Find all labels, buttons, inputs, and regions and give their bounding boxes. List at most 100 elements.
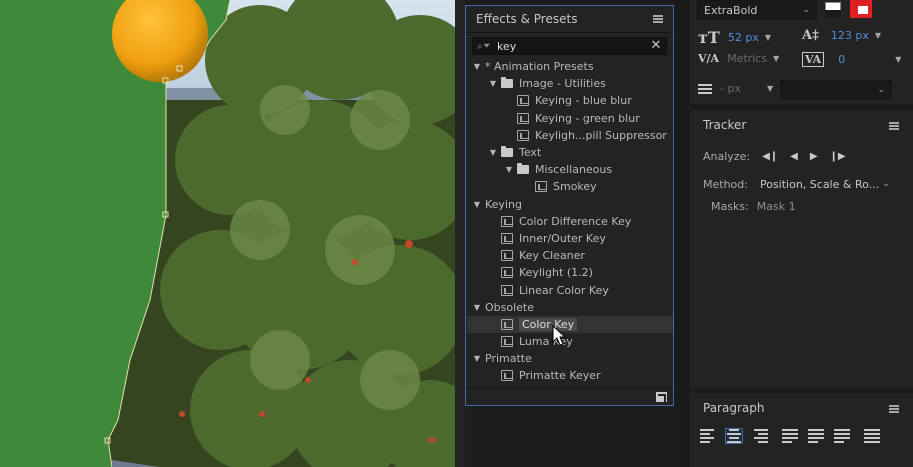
tracker-title: Tracker <box>703 118 747 132</box>
effect-icon <box>501 267 513 279</box>
disclosure-triangle-icon[interactable]: ▼ <box>473 303 481 312</box>
chevron-down-icon: ⌄ <box>882 179 890 189</box>
tree-item[interactable]: Color Difference Key <box>467 213 673 230</box>
stroke-style-dropdown[interactable]: ⌄ <box>780 80 892 100</box>
tree-item-label: Keylight (1.2) <box>519 266 593 280</box>
analyze-back-one-icon[interactable]: ◀ <box>790 151 798 162</box>
kerning-value[interactable]: Metrics <box>727 52 767 65</box>
tree-item-label: Keying - blue blur <box>535 94 632 108</box>
disclosure-triangle-icon[interactable]: ▼ <box>473 62 481 71</box>
tree-item[interactable]: ▼ Primatte <box>467 350 673 367</box>
font-style-dropdown[interactable]: ExtraBold ⌄ <box>697 0 817 20</box>
chevron-down-icon[interactable]: ▼ <box>765 33 771 42</box>
tree-item[interactable]: Key Cleaner <box>467 247 673 264</box>
analyze-label: Analyze: <box>703 150 751 163</box>
tree-item[interactable]: ▼ Miscellaneous <box>467 161 673 178</box>
paragraph-panel: Paragraph <box>690 393 913 467</box>
masks-value[interactable]: Mask 1 <box>757 200 796 213</box>
tree-item-label: Text <box>519 146 542 160</box>
disclosure-triangle-icon[interactable]: ▼ <box>489 148 497 157</box>
tree-item-label: Key Cleaner <box>519 249 585 263</box>
kerning-row[interactable]: V/A Metrics ▼ <box>698 52 779 65</box>
panel-footer <box>466 387 673 405</box>
menu-icon[interactable] <box>653 15 663 23</box>
analyze-forward-all-icon[interactable]: ❙▶ <box>830 151 846 162</box>
tree-item[interactable]: ▼ Obsolete <box>467 299 673 316</box>
tree-item[interactable]: Keyligh...pill Suppressor <box>467 127 673 144</box>
chevron-down-icon[interactable]: ▼ <box>875 31 881 40</box>
masks-row: Masks: Mask 1 <box>711 200 796 213</box>
leading-value[interactable]: 123 px <box>831 29 869 42</box>
effect-icon <box>517 129 529 141</box>
tree-item[interactable]: ▼ Image - Utilities <box>467 75 673 92</box>
menu-icon[interactable] <box>889 405 899 413</box>
align-button-2[interactable] <box>725 428 743 444</box>
method-dropdown[interactable]: Position, Scale & Ro... ⌄ <box>755 174 894 194</box>
tree-item[interactable]: Keylight (1.2) <box>467 264 673 281</box>
align-button-1[interactable] <box>700 429 716 443</box>
tree-item[interactable]: Luma Key <box>467 333 673 350</box>
fill-swatch-shadow <box>825 10 841 18</box>
chevron-down-icon[interactable]: ▼ <box>773 54 779 63</box>
tree-item[interactable]: Inner/Outer Key <box>467 230 673 247</box>
effect-icon <box>501 336 513 348</box>
chevron-down-icon: ⌄ <box>877 85 885 95</box>
composition-image <box>0 0 455 467</box>
search-box: ⌕⏷ ✕ <box>472 37 667 55</box>
stroke-width-row[interactable]: - px ▼ <box>698 82 773 95</box>
search-icon[interactable]: ⌕⏷ <box>477 41 497 52</box>
panel-divider[interactable] <box>455 0 465 467</box>
tree-item-label: Obsolete <box>485 300 535 314</box>
font-size-row[interactable]: ᴛT 52 px ▼ <box>698 28 771 47</box>
tree-item[interactable]: Primatte Keyer <box>467 367 673 384</box>
tree-item-label: * Animation Presets <box>485 60 594 74</box>
analyze-back-all-icon[interactable]: ◀❙ <box>762 151 778 162</box>
disclosure-triangle-icon[interactable]: ▼ <box>473 354 481 363</box>
tree-item[interactable]: Smokey <box>467 178 673 195</box>
effect-icon <box>501 318 513 330</box>
effect-icon <box>501 232 513 244</box>
tree-item[interactable]: Keying - green blur <box>467 110 673 127</box>
menu-icon[interactable] <box>889 122 899 130</box>
tree-item[interactable]: Color Key <box>467 315 673 333</box>
app-window: Effects & Presets ⌕⏷ ✕ ▼ * Animation Pres… <box>0 0 913 467</box>
align-button-3[interactable] <box>752 429 768 443</box>
tree-item[interactable]: Keying - blue blur <box>467 92 673 109</box>
search-input[interactable] <box>497 38 650 54</box>
tree-item[interactable]: ▼ * Animation Presets <box>467 58 673 75</box>
stroke-width-value[interactable]: - px <box>720 82 741 95</box>
stroke-swatch-inner <box>858 6 868 14</box>
tree-item-label: Image - Utilities <box>519 77 606 91</box>
tree-item[interactable]: Linear Color Key <box>467 281 673 298</box>
tracking-row[interactable]: VA 0 ▼ <box>802 52 901 67</box>
panel-title: Effects & Presets <box>476 12 578 26</box>
method-label: Method: <box>703 177 748 191</box>
method-value: Position, Scale & Ro... <box>759 177 880 191</box>
clear-icon[interactable]: ✕ <box>650 39 662 53</box>
tree-item[interactable]: ▼ Text <box>467 144 673 161</box>
align-button-7[interactable] <box>864 429 880 443</box>
tree-item-label: Keyligh...pill Suppressor <box>535 128 667 142</box>
disclosure-triangle-icon[interactable]: ▼ <box>473 200 481 209</box>
tree-item-label: Smokey <box>553 180 597 194</box>
align-button-5[interactable] <box>808 429 824 443</box>
align-button-6[interactable] <box>834 429 850 443</box>
composition-viewer[interactable] <box>0 0 455 467</box>
leading-row[interactable]: A‡ 123 px ▼ <box>802 28 881 43</box>
tree-item-label: Primatte <box>485 352 532 366</box>
font-size-value[interactable]: 52 px <box>728 31 759 44</box>
disclosure-triangle-icon[interactable]: ▼ <box>489 79 497 88</box>
chevron-down-icon: ⌄ <box>802 5 810 15</box>
chevron-down-icon[interactable]: ▼ <box>895 55 901 64</box>
align-button-4[interactable] <box>782 429 798 443</box>
disclosure-triangle-icon[interactable]: ▼ <box>505 165 513 174</box>
effects-panel-header: Effects & Presets <box>466 6 673 33</box>
tree-item-label: Linear Color Key <box>519 283 609 297</box>
analyze-forward-one-icon[interactable]: ▶ <box>810 151 818 162</box>
analyze-row: Analyze: ◀❙ ◀ ▶ ❙▶ <box>703 150 846 163</box>
tree-item[interactable]: ▼ Keying <box>467 196 673 213</box>
chevron-down-icon[interactable]: ▼ <box>767 84 773 93</box>
tracking-value[interactable]: 0 <box>838 53 845 66</box>
panel-divider-right[interactable] <box>674 0 690 467</box>
new-folder-icon[interactable] <box>656 392 667 402</box>
